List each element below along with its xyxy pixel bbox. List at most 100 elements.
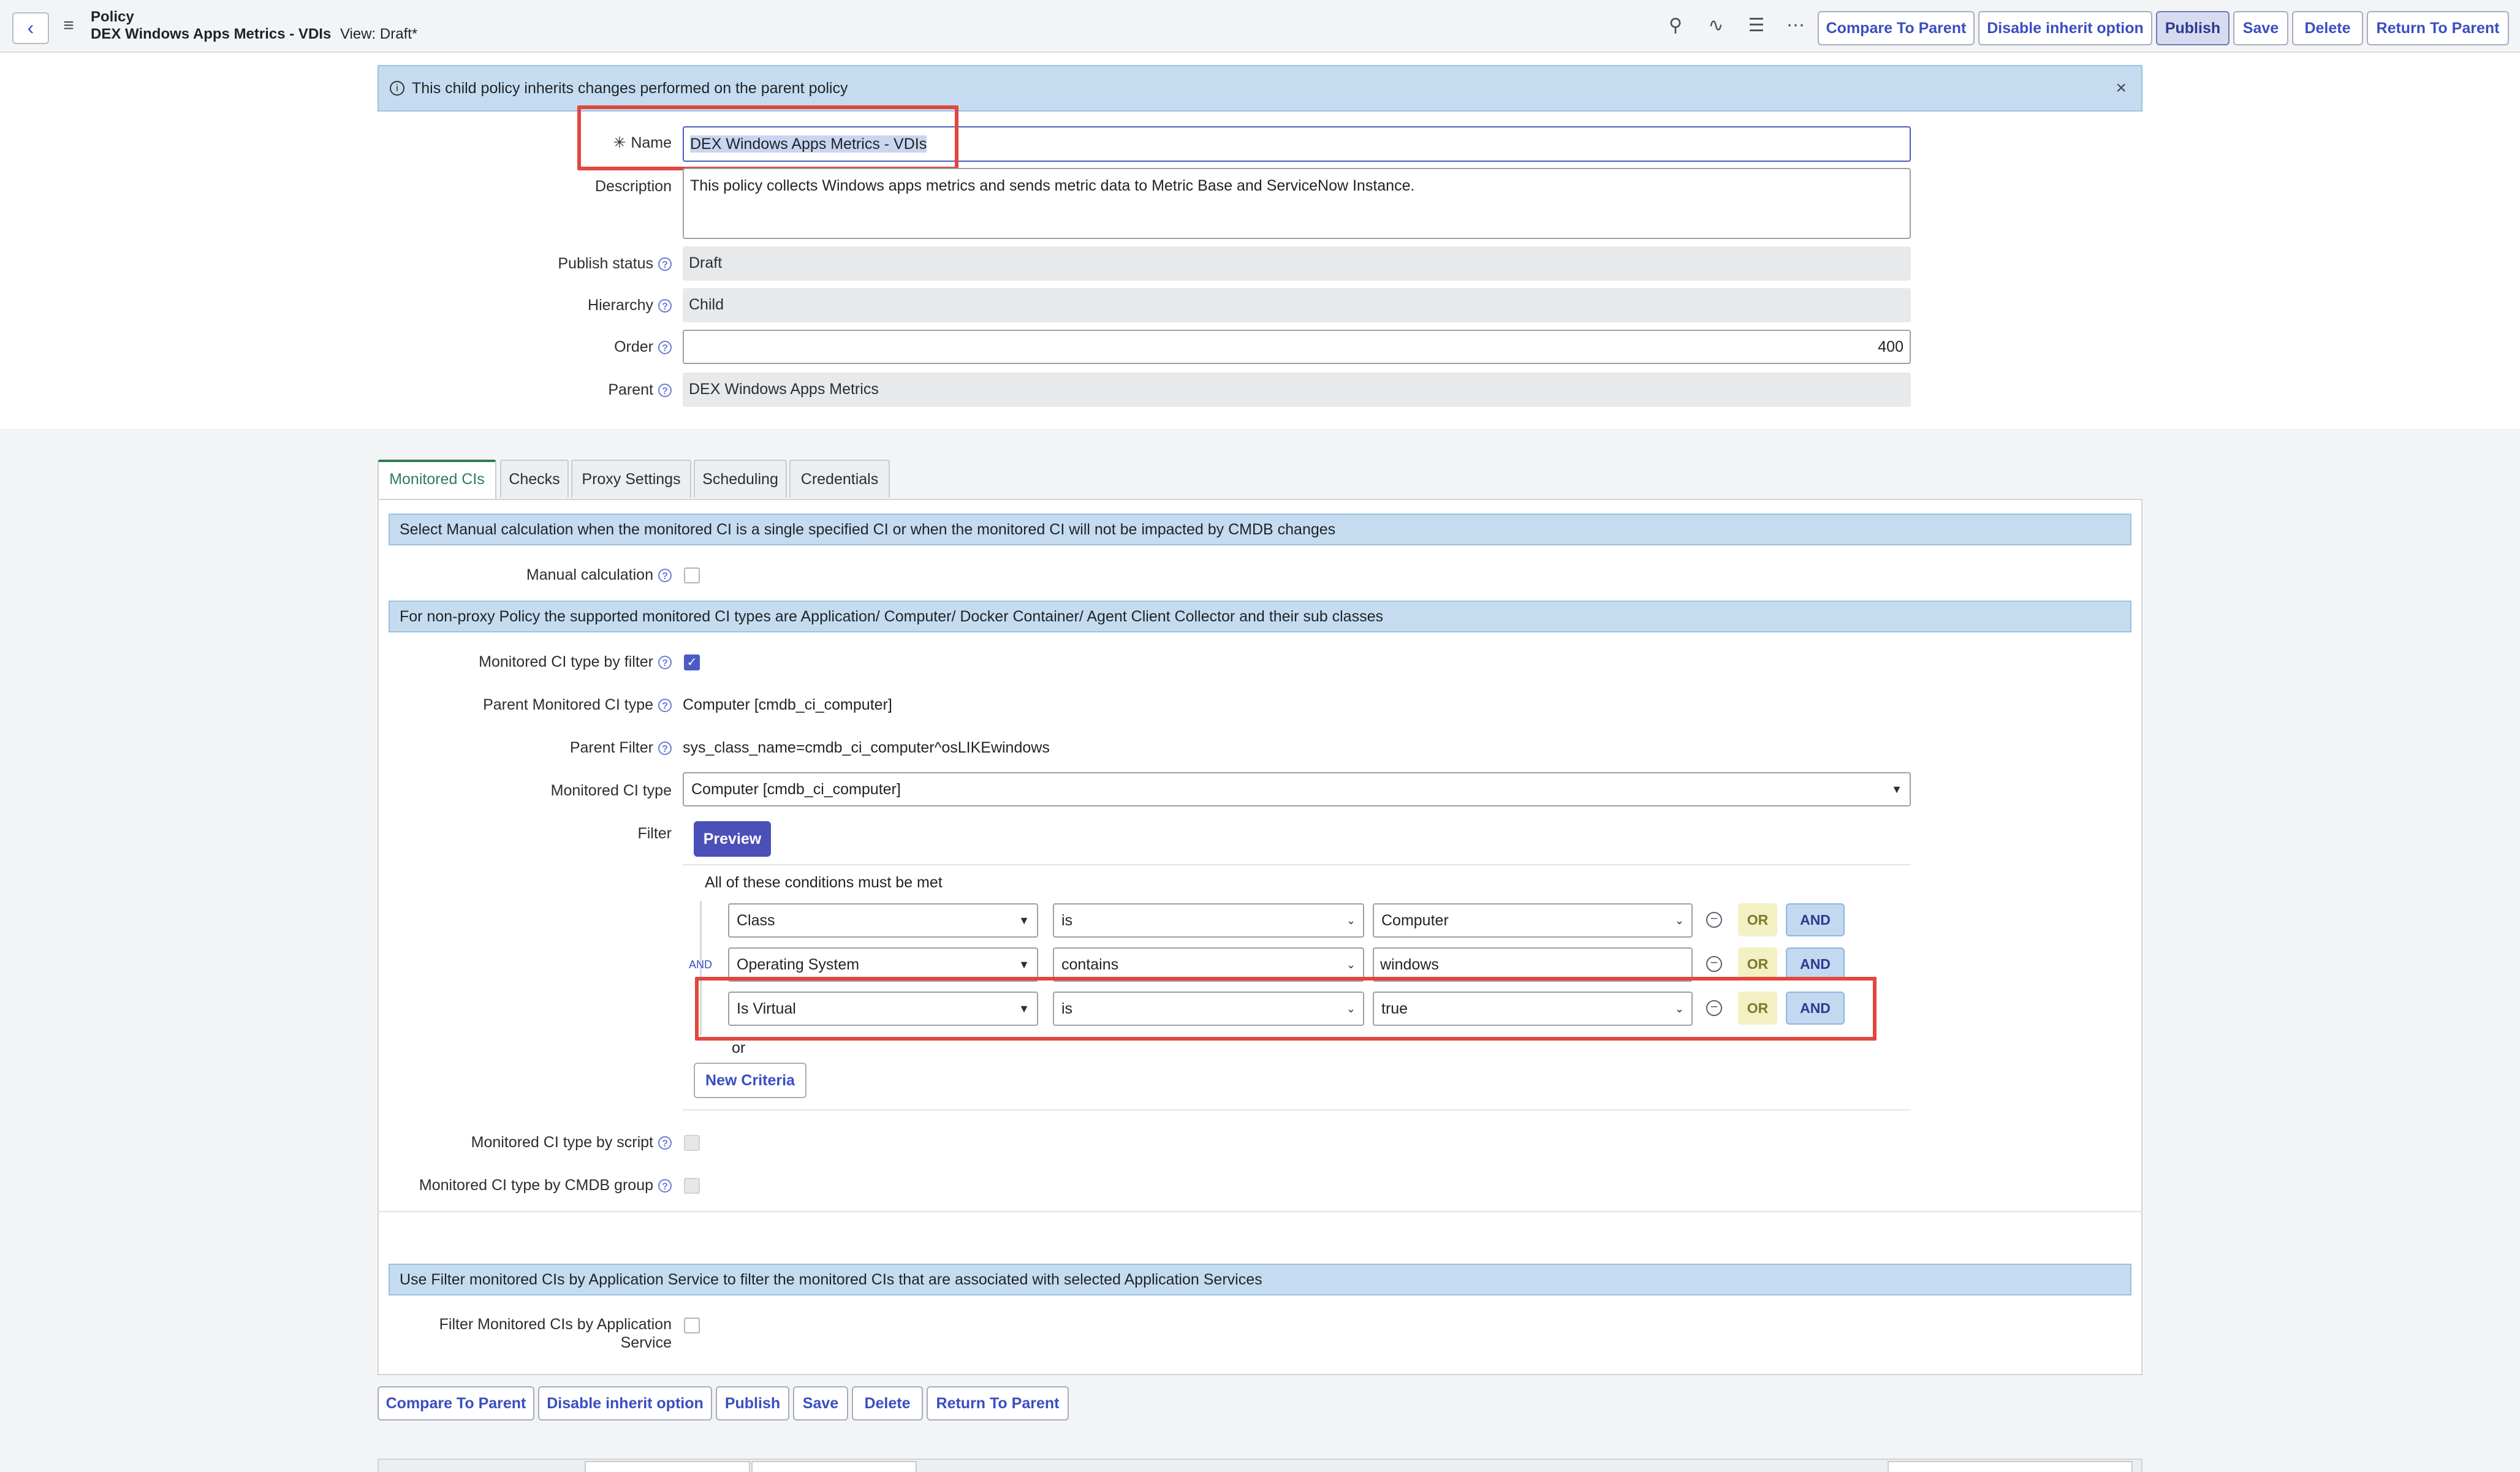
ci-type-select[interactable]: Computer [cmdb_ci_computer] ▼ — [683, 772, 1911, 806]
help-icon[interactable]: ? — [658, 656, 672, 670]
parent-label: Parent? — [490, 381, 672, 399]
sliders-icon[interactable]: ☰ — [1744, 13, 1769, 38]
help-icon[interactable]: ? — [658, 299, 672, 313]
order-label: Order? — [490, 338, 672, 356]
condition-operator-select[interactable]: is ⌄ — [1053, 903, 1364, 938]
app-service-checkbox[interactable] — [684, 1318, 700, 1334]
footer-compare-to-parent-button[interactable]: Compare To Parent — [378, 1386, 534, 1421]
record-kicker: Policy — [91, 9, 134, 25]
highlight-box-name — [577, 105, 958, 170]
related-list-tab[interactable] — [751, 1461, 917, 1472]
preview-button[interactable]: Preview — [694, 821, 771, 857]
section-divider — [379, 1211, 2141, 1212]
dropdown-caret-icon: ▼ — [1891, 783, 1902, 795]
app-service-info: Use Filter monitored CIs by Application … — [389, 1264, 2131, 1296]
ci-type-label: Monitored CI type — [550, 782, 672, 799]
help-icon[interactable]: ? — [658, 1179, 672, 1193]
help-icon[interactable]: ? — [658, 569, 672, 583]
help-icon[interactable]: ? — [658, 742, 672, 756]
or-button[interactable]: OR — [1738, 903, 1777, 936]
and-button[interactable]: AND — [1786, 903, 1845, 936]
help-icon[interactable]: ? — [658, 341, 672, 355]
dropdown-caret-icon: ▼ — [1019, 914, 1030, 927]
order-input[interactable]: 400 — [683, 330, 1911, 364]
or-button[interactable]: OR — [1738, 947, 1777, 981]
view-label[interactable]: View: Draft* — [340, 26, 417, 42]
pulse-icon[interactable]: ∿ — [1704, 13, 1728, 38]
footer-save-button[interactable]: Save — [793, 1386, 848, 1421]
tab-proxy-settings[interactable]: Proxy Settings — [571, 460, 691, 498]
by-script-label: Monitored CI type by script? — [429, 1134, 672, 1151]
inherit-notice-text: This child policy inherits changes perfo… — [412, 80, 848, 97]
condition-field-select[interactable]: Class ▼ — [728, 903, 1038, 938]
tab-credentials[interactable]: Credentials — [789, 460, 890, 498]
tab-checks[interactable]: Checks — [500, 460, 569, 498]
tab-monitored-cis[interactable]: Monitored CIs — [378, 460, 496, 500]
footer-disable-inherit-button[interactable]: Disable inherit option — [538, 1386, 712, 1421]
ellipsis-icon[interactable]: ⋯ — [1783, 13, 1808, 38]
parent-type-value: Computer [cmdb_ci_computer] — [683, 696, 892, 713]
description-textarea[interactable]: This policy collects Windows apps metric… — [683, 168, 1911, 239]
help-icon[interactable]: ? — [658, 384, 672, 398]
and-connector-label: AND — [689, 958, 713, 971]
manual-calc-info: Select Manual calculation when the monit… — [389, 514, 2131, 545]
or-connector-label: or — [732, 1039, 746, 1057]
record-title: DEX Windows Apps Metrics - VDIs — [91, 26, 332, 42]
compare-to-parent-button[interactable]: Compare To Parent — [1818, 11, 1975, 45]
chevron-down-icon: ⌄ — [1674, 914, 1684, 927]
help-icon[interactable]: ? — [658, 699, 672, 713]
delete-button[interactable]: Delete — [2292, 11, 2363, 45]
chevron-left-icon: ‹ — [27, 17, 34, 39]
by-filter-checkbox[interactable]: ✓ — [684, 654, 700, 670]
app-service-label: Filter Monitored CIs by Application Serv… — [439, 1316, 672, 1351]
non-proxy-info: For non-proxy Policy the supported monit… — [389, 601, 2131, 632]
paperclip-icon[interactable]: ⚲ — [1663, 13, 1688, 38]
condition-value-select[interactable]: Computer ⌄ — [1373, 903, 1693, 938]
footer-publish-button[interactable]: Publish — [716, 1386, 789, 1421]
help-icon[interactable]: ? — [658, 1136, 672, 1150]
disable-inherit-button[interactable]: Disable inherit option — [1978, 11, 2152, 45]
chevron-down-icon: ⌄ — [1346, 958, 1356, 971]
by-cmdb-checkbox — [684, 1178, 700, 1194]
header-bar: ‹ ≡ Policy DEX Windows Apps Metrics - VD… — [0, 0, 2520, 53]
new-criteria-button[interactable]: New Criteria — [694, 1063, 806, 1098]
footer-return-to-parent-button[interactable]: Return To Parent — [927, 1386, 1069, 1421]
hamburger-menu-icon[interactable]: ≡ — [56, 13, 81, 38]
record-title-line: DEX Windows Apps Metrics - VDIs View: Dr… — [91, 26, 417, 43]
related-list-search[interactable] — [1888, 1461, 2133, 1472]
and-button[interactable]: AND — [1786, 947, 1845, 981]
hierarchy-label: Hierarchy? — [490, 297, 672, 314]
filter-label: Filter — [637, 825, 672, 842]
save-button[interactable]: Save — [2233, 11, 2288, 45]
by-filter-label: Monitored CI type by filter? — [429, 653, 672, 671]
filter-bottom-divider — [683, 1109, 1911, 1110]
parent-filter-value: sys_class_name=cmdb_ci_computer^osLIKEwi… — [683, 739, 1050, 756]
publish-button[interactable]: Publish — [2156, 11, 2230, 45]
footer-delete-button[interactable]: Delete — [852, 1386, 923, 1421]
ci-type-select-value: Computer [cmdb_ci_computer] — [691, 781, 901, 798]
publish-status-field: Draft — [683, 246, 1911, 281]
dropdown-caret-icon: ▼ — [1019, 958, 1030, 971]
description-label: Description — [594, 178, 672, 195]
tab-scheduling[interactable]: Scheduling — [694, 460, 787, 498]
related-list-tab[interactable] — [585, 1461, 750, 1472]
by-cmdb-label: Monitored CI type by CMDB group? — [368, 1177, 672, 1194]
inherit-notice: i This child policy inherits changes per… — [378, 65, 2142, 112]
remove-condition-icon[interactable]: − — [1706, 912, 1722, 928]
info-icon: i — [390, 81, 404, 96]
by-script-checkbox — [684, 1135, 700, 1151]
close-icon[interactable]: × — [2116, 66, 2127, 110]
return-to-parent-button[interactable]: Return To Parent — [2367, 11, 2509, 45]
hierarchy-field: Child — [683, 288, 1911, 322]
chevron-down-icon: ⌄ — [1346, 914, 1356, 927]
manual-calc-checkbox[interactable] — [684, 567, 700, 583]
back-button[interactable]: ‹ — [12, 12, 49, 44]
conditions-heading: All of these conditions must be met — [705, 874, 943, 891]
parent-type-label: Parent Monitored CI type? — [429, 696, 672, 714]
remove-condition-icon[interactable]: − — [1706, 956, 1722, 972]
highlight-box-is-virtual — [695, 977, 1877, 1041]
filter-divider — [683, 864, 1911, 865]
parent-filter-label: Parent Filter? — [429, 739, 672, 757]
parent-field[interactable]: DEX Windows Apps Metrics — [683, 373, 1911, 407]
help-icon[interactable]: ? — [658, 257, 672, 271]
